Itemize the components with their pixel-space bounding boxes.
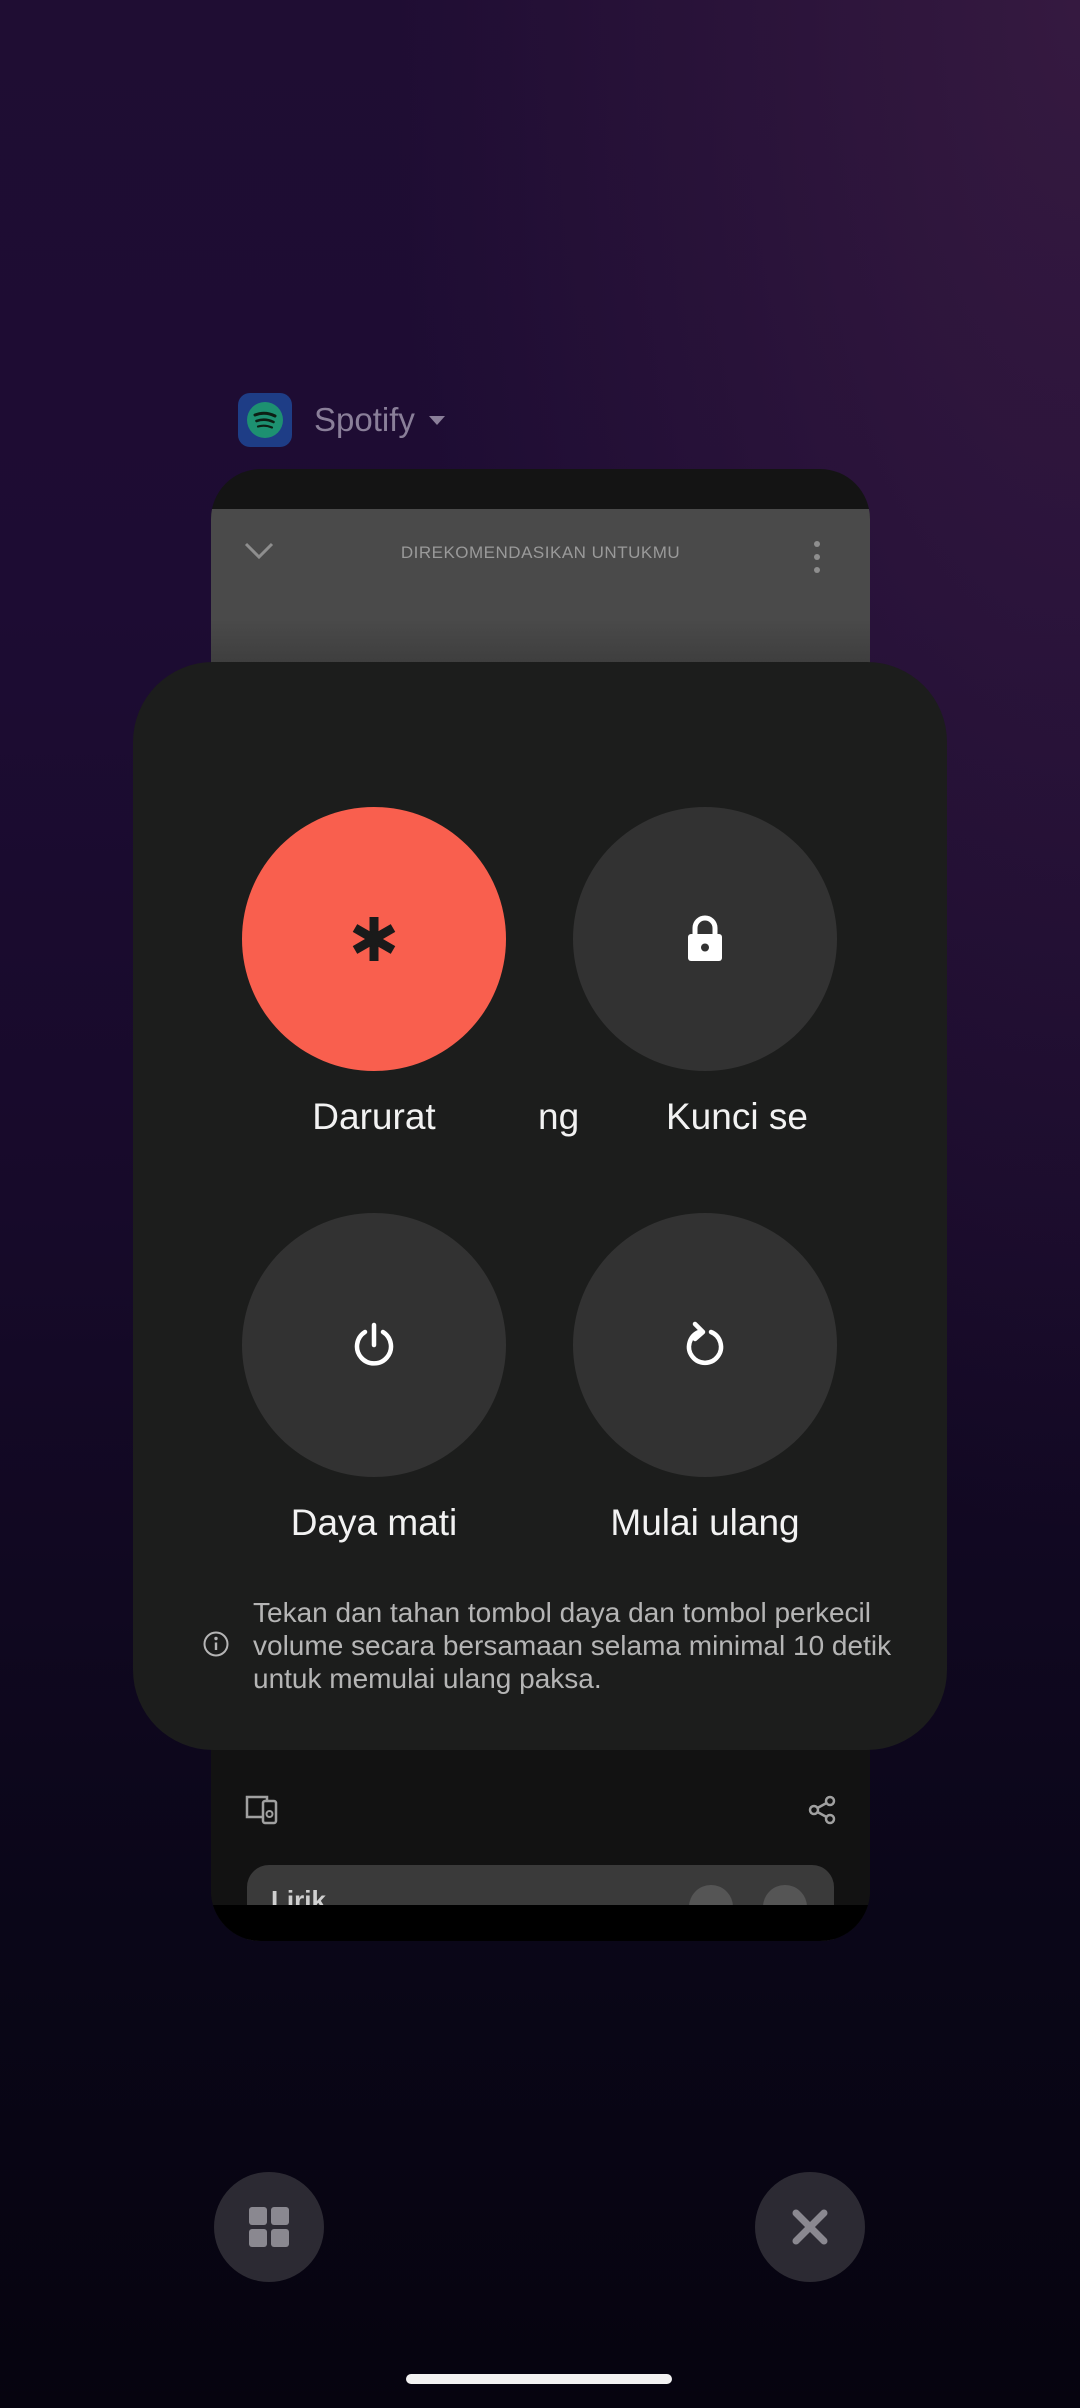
restart-icon — [686, 1321, 724, 1365]
lockdown-label: Kunci se — [666, 1096, 808, 1137]
info-icon — [202, 1630, 230, 1663]
grid-icon — [249, 2207, 289, 2247]
force-restart-info: Tekan dan tahan tombol daya dan tombol p… — [253, 1597, 892, 1694]
power-off-button[interactable] — [242, 1213, 506, 1477]
recent-app-header[interactable]: Spotify — [238, 392, 445, 448]
connect-device-icon — [245, 1795, 279, 1830]
restart-button[interactable] — [573, 1213, 837, 1477]
card-header — [211, 509, 870, 619]
restart-label: Mulai ulang — [610, 1502, 800, 1543]
asterisk-icon — [352, 917, 396, 961]
emergency-button[interactable] — [242, 807, 506, 1071]
power-icon — [354, 1322, 394, 1366]
card-title: DIREKOMENDASIKAN UNTUKMU — [400, 543, 681, 562]
app-name: Spotify — [314, 401, 415, 438]
partial-label: ng — [538, 1096, 580, 1137]
split-view-button[interactable] — [214, 2172, 324, 2282]
power-off-label: Daya mati — [290, 1502, 458, 1543]
share-icon — [807, 1795, 837, 1830]
home-indicator[interactable] — [406, 2374, 672, 2384]
emergency-label: Darurat — [312, 1096, 436, 1137]
lock-icon — [688, 915, 722, 961]
lockdown-button[interactable] — [573, 807, 837, 1071]
close-all-button[interactable] — [755, 2172, 865, 2282]
spotify-app-icon — [238, 393, 292, 447]
scrolling-label: ng Kunci se — [538, 1096, 947, 1144]
close-icon — [792, 2209, 828, 2245]
caret-down-icon[interactable] — [428, 415, 445, 425]
power-menu-dialog: Darurat ng Kunci se Daya mati Mulai ulan… — [133, 662, 947, 1750]
more-options-icon — [811, 539, 823, 580]
